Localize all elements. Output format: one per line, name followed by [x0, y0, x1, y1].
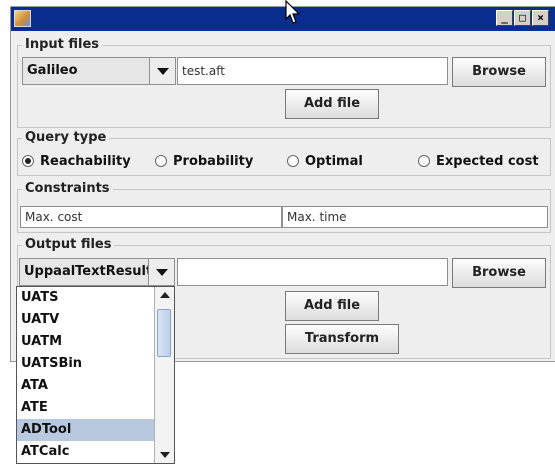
output-files-title: Output files [22, 237, 115, 252]
radio-checked-icon[interactable] [22, 155, 34, 167]
constraints-section: Constraints Max. cost Max. time [17, 181, 551, 233]
radio-optimal[interactable]: Optimal [287, 151, 363, 171]
minimize-icon[interactable]: _ [496, 10, 513, 26]
chevron-down-icon[interactable] [148, 259, 174, 285]
input-format-combo[interactable]: Galileo [22, 57, 176, 85]
scroll-thumb[interactable] [157, 309, 171, 357]
input-files-title: Input files [22, 37, 103, 52]
output-add-file-button[interactable]: Add file [285, 291, 379, 321]
radio-probability-label: Probability [173, 153, 254, 169]
dropdown-item[interactable]: ATE [17, 397, 154, 419]
java-app-icon[interactable] [14, 10, 31, 27]
radio-unchecked-icon[interactable] [287, 155, 299, 167]
input-browse-button[interactable]: Browse [452, 57, 546, 87]
dropdown-item[interactable]: UATSBin [17, 353, 154, 375]
dropdown-item[interactable]: UATM [17, 331, 154, 353]
dropdown-scrollbar[interactable] [154, 287, 174, 463]
input-add-file-button[interactable]: Add file [285, 89, 379, 119]
max-cost-field[interactable]: Max. cost [20, 206, 282, 228]
dropdown-item[interactable]: ATCalc [17, 441, 154, 463]
radio-reachability-label: Reachability [40, 153, 131, 169]
output-browse-button[interactable]: Browse [452, 258, 546, 288]
radio-probability[interactable]: Probability [155, 151, 253, 171]
query-type-section: Query type Reachability Probability Opti… [17, 130, 551, 176]
max-time-field[interactable]: Max. time [282, 206, 548, 228]
transform-button[interactable]: Transform [285, 324, 399, 354]
radio-optimal-label: Optimal [305, 153, 363, 169]
title-bar[interactable]: _ □ × [11, 7, 555, 31]
output-file-field[interactable] [177, 258, 448, 286]
radio-expected-cost[interactable]: Expected cost [418, 151, 539, 171]
output-format-combo[interactable]: UppaalTextResult [19, 258, 175, 286]
input-files-section: Input files Galileo test.aft Browse Add … [17, 37, 551, 128]
scroll-up-icon[interactable] [155, 287, 174, 305]
output-format-value: UppaalTextResult [24, 264, 153, 279]
window-controls: _ □ × [496, 10, 549, 26]
radio-reachability[interactable]: Reachability [22, 151, 131, 171]
query-type-title: Query type [22, 130, 110, 145]
dropdown-item[interactable]: UATS [17, 287, 154, 309]
output-format-dropdown-list[interactable]: UATS UATV UATM UATSBin ATA ATE ADTool AT… [16, 286, 175, 464]
dropdown-item-selected[interactable]: ADTool [17, 419, 154, 441]
chevron-down-icon[interactable] [149, 58, 175, 84]
scroll-down-icon[interactable] [155, 445, 174, 463]
mouse-cursor-icon [285, 0, 301, 24]
dropdown-item[interactable]: ATA [17, 375, 154, 397]
radio-unchecked-icon[interactable] [155, 155, 167, 167]
input-format-value: Galileo [27, 63, 78, 78]
radio-expected-cost-label: Expected cost [436, 153, 539, 169]
constraints-title: Constraints [22, 181, 113, 196]
radio-unchecked-icon[interactable] [418, 155, 430, 167]
close-icon[interactable]: × [532, 10, 549, 26]
maximize-icon[interactable]: □ [514, 10, 531, 26]
dropdown-item[interactable]: UATV [17, 309, 154, 331]
input-file-field[interactable]: test.aft [177, 57, 448, 85]
